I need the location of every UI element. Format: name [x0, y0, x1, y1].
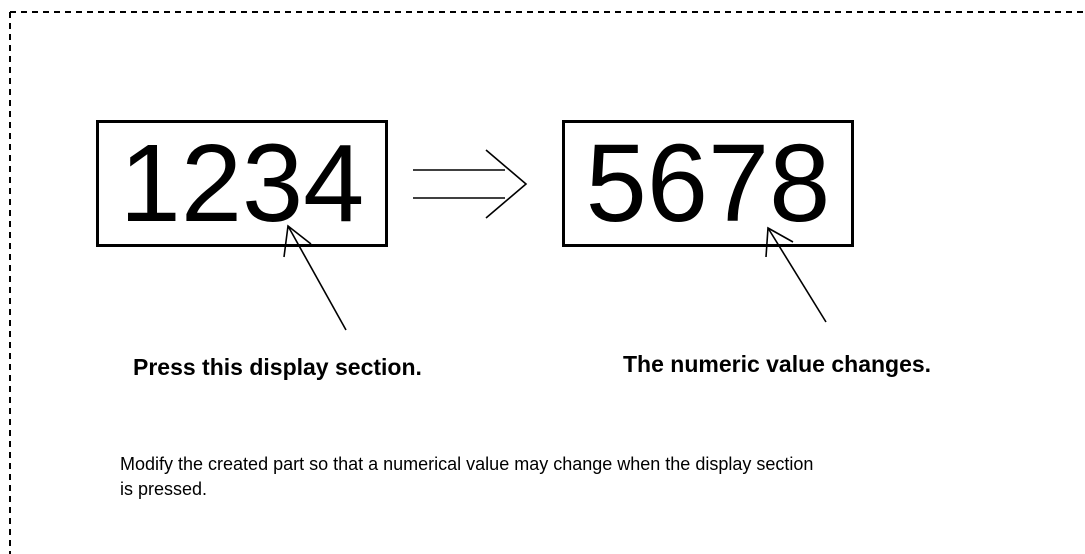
diagram-frame: 1234 5678 Press this display section. Th… [0, 0, 1085, 554]
display-after: 5678 [562, 120, 854, 247]
display-before[interactable]: 1234 [96, 120, 388, 247]
double-right-arrow-icon [413, 149, 528, 219]
display-before-value: 1234 [119, 121, 365, 245]
caption-change: The numeric value changes. [623, 351, 932, 377]
description-text: Modify the created part so that a numeri… [120, 454, 814, 499]
display-after-value: 5678 [585, 121, 831, 245]
caption-press: Press this display section. [133, 354, 422, 380]
